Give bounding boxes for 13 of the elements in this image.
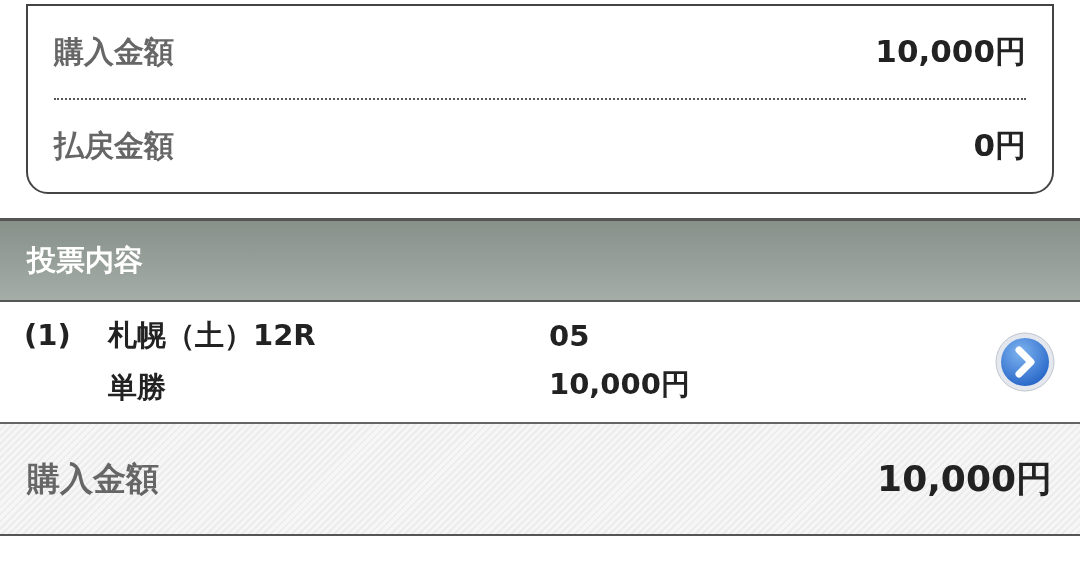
- row-label: 払戻金額: [54, 126, 174, 165]
- row-label: 購入金額: [54, 32, 174, 71]
- total-value: 10,000円: [877, 456, 1052, 501]
- section-title: 投票内容: [27, 241, 143, 279]
- bet-number: (1): [24, 318, 71, 352]
- bet-amount: 10,000円: [549, 366, 691, 403]
- bet-type: 単勝: [108, 369, 167, 406]
- chevron-right-icon[interactable]: [994, 331, 1056, 393]
- horse-number: 05: [549, 319, 591, 353]
- total-label: 購入金額: [27, 457, 159, 500]
- row-value: 10,000円: [875, 32, 1026, 71]
- race-name: 札幌（土）12R: [108, 317, 317, 354]
- row-value: 0円: [973, 126, 1026, 165]
